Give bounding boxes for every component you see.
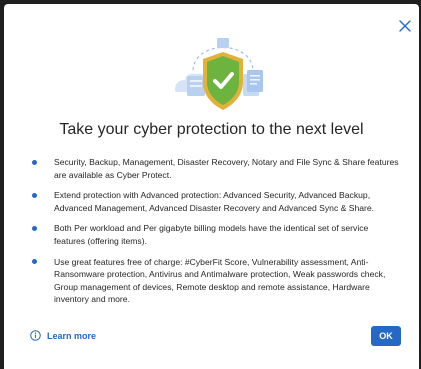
close-button[interactable] [397, 18, 413, 34]
shield-check-icon [175, 38, 263, 110]
learn-more-label: Learn more [47, 330, 97, 341]
feature-item: Both Per workload and Per gigabyte billi… [30, 222, 400, 247]
bullet-icon [32, 159, 37, 165]
ok-button[interactable]: OK [371, 326, 401, 346]
hero-illustration [173, 30, 273, 114]
feature-text: Extend protection with Advanced protecti… [54, 190, 375, 213]
bullet-icon [32, 192, 37, 198]
info-icon [30, 330, 41, 341]
feature-item: Use great features free of charge: #Cybe… [30, 256, 400, 306]
cyber-protect-dialog: Take your cyber protection to the next l… [4, 4, 419, 369]
feature-text: Both Per workload and Per gigabyte billi… [54, 223, 369, 246]
close-icon [399, 20, 411, 32]
learn-more-link[interactable]: Learn more [30, 330, 96, 341]
dialog-title: Take your cyber protection to the next l… [59, 121, 364, 138]
feature-text: Use great features free of charge: #Cybe… [54, 256, 386, 305]
feature-text: Security, Backup, Management, Disaster R… [54, 157, 399, 180]
feature-item: Extend protection with Advanced protecti… [30, 189, 400, 214]
bullet-icon [32, 225, 37, 231]
feature-item: Security, Backup, Management, Disaster R… [30, 156, 400, 181]
bullet-icon [32, 259, 37, 265]
feature-list: Security, Backup, Management, Disaster R… [30, 156, 400, 314]
